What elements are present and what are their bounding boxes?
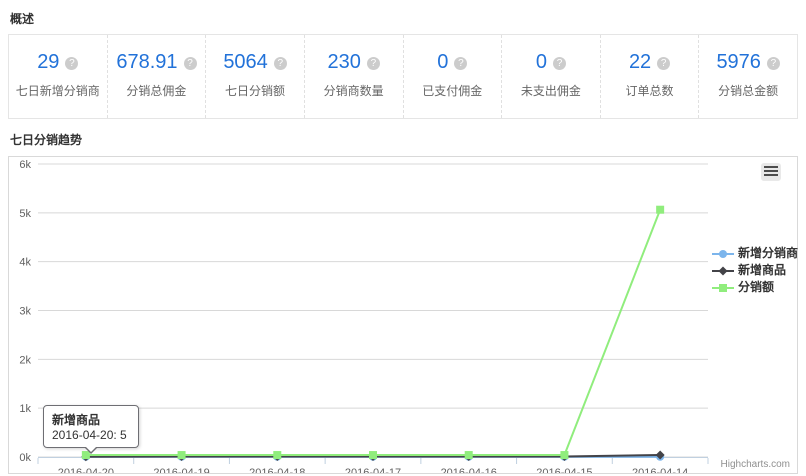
- stat-value: 22: [629, 51, 651, 73]
- stat-label: 订单总数: [601, 82, 699, 99]
- series-marker[interactable]: [273, 451, 281, 459]
- trend-chart: 0k 1k 2k 3k 4k 5k 6k 2016-04-20 2016-04-19 2016-0…: [8, 156, 798, 474]
- help-icon[interactable]: ?: [454, 57, 467, 70]
- legend-item-sales-amount[interactable]: 分销额: [712, 278, 798, 295]
- stat-label: 未支出佣金: [502, 82, 600, 99]
- x-tick-label: 2016-04-16: [441, 467, 497, 473]
- x-tick-label: 2016-04-20: [58, 467, 114, 473]
- stat-card-total-amount: 5976? 分销总金额: [698, 35, 797, 118]
- legend-item-new-products[interactable]: 新增商品: [712, 261, 798, 278]
- legend-item-new-distributors[interactable]: 新增分销商: [712, 244, 798, 261]
- series-marker[interactable]: [560, 451, 568, 459]
- stat-card-sales-7d: 5064? 七日分销额: [205, 35, 304, 118]
- tooltip-series-name: 新增商品: [52, 411, 130, 428]
- y-tick-label: 3k: [19, 306, 31, 318]
- y-tick-label: 5k: [19, 208, 31, 220]
- series-marker[interactable]: [178, 451, 186, 459]
- chart-tooltip: 新增商品 2016-04-20: 5: [43, 405, 139, 448]
- help-icon[interactable]: ?: [553, 57, 566, 70]
- help-icon[interactable]: ?: [767, 57, 780, 70]
- stat-card-distributor-count: 230? 分销商数量: [304, 35, 403, 118]
- series-marker[interactable]: [719, 266, 728, 275]
- stat-value: 29: [37, 51, 59, 73]
- highcharts-credit-link[interactable]: Highcharts.com: [721, 459, 790, 470]
- trend-title: 七日分销趋势: [0, 119, 806, 148]
- x-tick-label: 2016-04-15: [536, 467, 592, 473]
- x-tick-label: 2016-04-19: [153, 467, 209, 473]
- y-tick-label: 4k: [19, 257, 31, 269]
- series-line[interactable]: [86, 210, 660, 455]
- stat-card-new-distributors-7d: 29? 七日新增分销商: [9, 35, 107, 118]
- series-marker[interactable]: [719, 284, 727, 292]
- stat-card-paid-commission: 0? 已支付佣金: [403, 35, 502, 118]
- series-marker[interactable]: [369, 451, 377, 459]
- hamburger-menu-icon[interactable]: [761, 163, 781, 181]
- legend-marker-icon: [712, 281, 734, 293]
- series-marker[interactable]: [719, 250, 727, 258]
- y-tick-label: 0k: [19, 452, 31, 464]
- legend-label: 新增分销商: [738, 244, 798, 261]
- help-icon[interactable]: ?: [367, 57, 380, 70]
- x-tick-label: 2016-04-18: [249, 467, 305, 473]
- series-marker[interactable]: [656, 206, 664, 214]
- series-marker[interactable]: [465, 451, 473, 459]
- stat-value: 0: [536, 51, 547, 73]
- stat-card-unpaid-commission: 0? 未支出佣金: [501, 35, 600, 118]
- x-tick-label: 2016-04-17: [345, 467, 401, 473]
- stat-label: 已支付佣金: [404, 82, 502, 99]
- stat-card-order-total: 22? 订单总数: [600, 35, 699, 118]
- stat-label: 分销商数量: [305, 82, 403, 99]
- stat-label: 分销总金额: [699, 82, 797, 99]
- legend-marker-icon: [712, 264, 734, 276]
- stat-label: 分销总佣金: [108, 82, 206, 99]
- stat-value: 230: [328, 51, 361, 73]
- chart-legend: 新增分销商 新增商品 分销额: [712, 244, 798, 295]
- help-icon[interactable]: ?: [274, 57, 287, 70]
- overview-stats-panel: 29? 七日新增分销商 678.91? 分销总佣金 5064? 七日分销额 23…: [8, 34, 798, 119]
- stat-value: 5976: [716, 51, 761, 73]
- help-icon[interactable]: ?: [657, 57, 670, 70]
- stat-value: 0: [437, 51, 448, 73]
- legend-label: 分销额: [738, 278, 774, 295]
- help-icon[interactable]: ?: [184, 57, 197, 70]
- legend-label: 新增商品: [738, 261, 786, 278]
- y-tick-label: 6k: [19, 159, 31, 171]
- stat-label: 七日分销额: [206, 82, 304, 99]
- x-tick-label: 2016-04-14: [632, 467, 688, 473]
- stat-value: 5064: [223, 51, 268, 73]
- y-tick-label: 1k: [19, 403, 31, 415]
- help-icon[interactable]: ?: [65, 57, 78, 70]
- stat-value: 678.91: [116, 51, 177, 73]
- tooltip-value: 2016-04-20: 5: [52, 428, 130, 442]
- overview-title: 概述: [0, 0, 806, 27]
- y-tick-label: 2k: [19, 354, 31, 366]
- stat-label: 七日新增分销商: [9, 82, 107, 99]
- legend-marker-icon: [712, 247, 734, 259]
- stat-card-total-commission: 678.91? 分销总佣金: [107, 35, 206, 118]
